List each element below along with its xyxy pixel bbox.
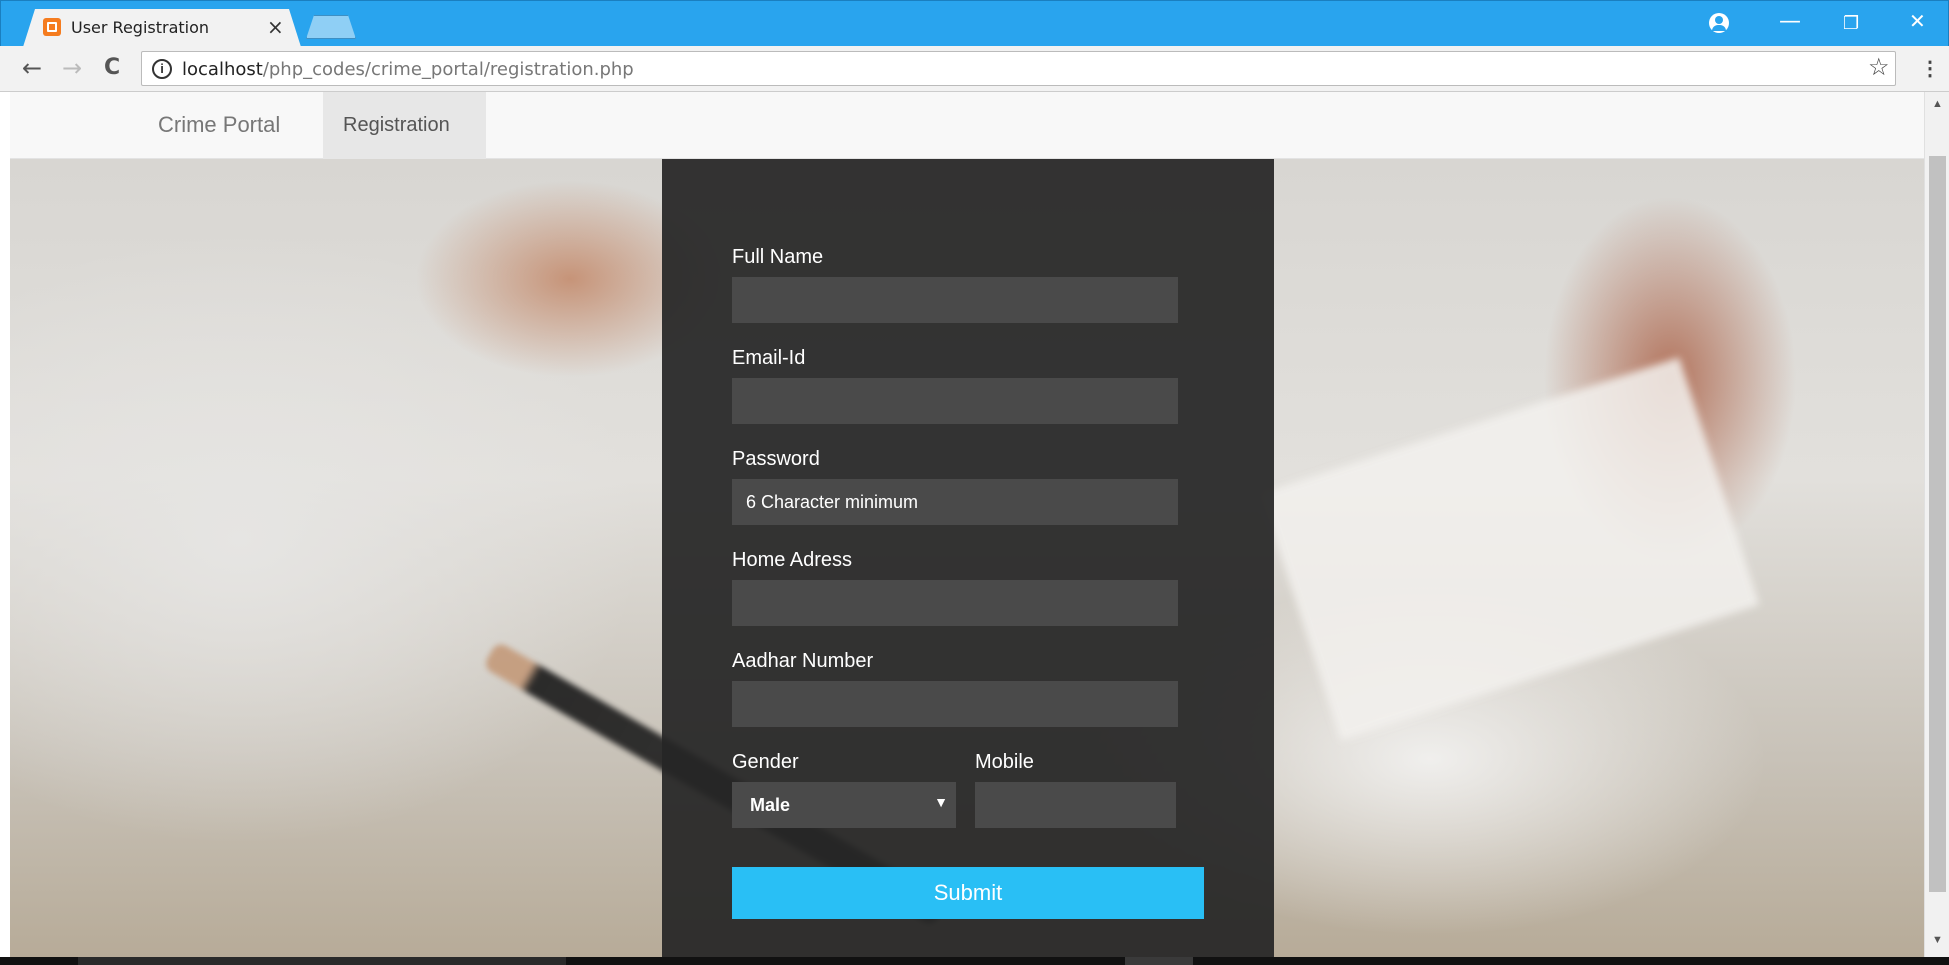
password-label: Password bbox=[732, 448, 820, 470]
page-viewport: Crime Portal Registration Full Name Emai… bbox=[10, 92, 1924, 957]
aadhar-number-field[interactable] bbox=[732, 681, 1178, 727]
reload-icon[interactable]: C bbox=[104, 55, 120, 80]
profile-icon[interactable] bbox=[1709, 13, 1729, 33]
minimize-icon[interactable]: — bbox=[1779, 9, 1801, 34]
scroll-up-icon[interactable]: ▲ bbox=[1932, 98, 1943, 110]
forward-arrow-icon[interactable]: → bbox=[62, 54, 82, 82]
restore-icon[interactable]: ❐ bbox=[1843, 13, 1859, 34]
site-navbar: Crime Portal Registration bbox=[10, 92, 1924, 159]
url-path: /php_codes/crime_portal/registration.php bbox=[262, 59, 634, 80]
os-taskbar bbox=[0, 957, 1949, 965]
taskbar-search[interactable] bbox=[78, 957, 566, 965]
window-close-icon[interactable]: ✕ bbox=[1909, 9, 1926, 33]
xampp-favicon-icon bbox=[43, 18, 61, 36]
mobile-field[interactable] bbox=[975, 782, 1176, 828]
home-address-field[interactable] bbox=[732, 580, 1178, 626]
scroll-down-icon[interactable]: ▼ bbox=[1932, 934, 1943, 946]
browser-toolbar: ← → C i localhost/php_codes/crime_portal… bbox=[0, 46, 1949, 92]
browser-menu-icon[interactable]: ⋮ bbox=[1920, 56, 1940, 81]
submit-button[interactable]: Submit bbox=[732, 867, 1204, 919]
browser-titlebar: User Registration × — ❐ ✕ bbox=[0, 0, 1949, 47]
tab-title: User Registration bbox=[71, 18, 210, 37]
mobile-label: Mobile bbox=[975, 751, 1034, 773]
address-bar[interactable]: i localhost/php_codes/crime_portal/regis… bbox=[141, 51, 1896, 86]
navbar-brand[interactable]: Crime Portal bbox=[158, 112, 280, 138]
nav-item-label: Registration bbox=[343, 114, 450, 136]
tab-close-icon[interactable]: × bbox=[267, 15, 284, 39]
registration-form: Full Name Email-Id Password Home Adress … bbox=[662, 159, 1274, 957]
gender-selected-value: Male bbox=[750, 795, 791, 815]
browser-tab[interactable]: User Registration × bbox=[23, 9, 301, 47]
aadhar-number-label: Aadhar Number bbox=[732, 650, 874, 672]
url-host: localhost bbox=[182, 59, 263, 80]
password-field[interactable] bbox=[732, 479, 1178, 525]
background-paper bbox=[1260, 357, 1760, 741]
gender-label: Gender bbox=[732, 751, 799, 773]
bookmark-star-icon[interactable]: ☆ bbox=[1868, 53, 1890, 82]
site-info-icon[interactable]: i bbox=[152, 59, 172, 79]
taskbar-app[interactable] bbox=[1125, 957, 1193, 965]
full-name-label: Full Name bbox=[732, 246, 824, 268]
url-text[interactable]: localhost/php_codes/crime_portal/registr… bbox=[182, 59, 634, 80]
full-name-field[interactable] bbox=[732, 277, 1178, 323]
home-address-label: Home Adress bbox=[732, 549, 853, 571]
gender-select[interactable]: Male ▼ bbox=[732, 782, 956, 828]
new-tab-button[interactable] bbox=[306, 15, 356, 39]
dropdown-arrow-icon: ▼ bbox=[934, 794, 948, 810]
scroll-thumb[interactable] bbox=[1929, 156, 1946, 892]
nav-item-registration[interactable]: Registration bbox=[323, 92, 486, 159]
back-arrow-icon[interactable]: ← bbox=[22, 54, 42, 82]
email-label: Email-Id bbox=[732, 347, 806, 369]
email-field[interactable] bbox=[732, 378, 1178, 424]
page-scrollbar[interactable]: ▲ ▼ bbox=[1924, 92, 1949, 957]
